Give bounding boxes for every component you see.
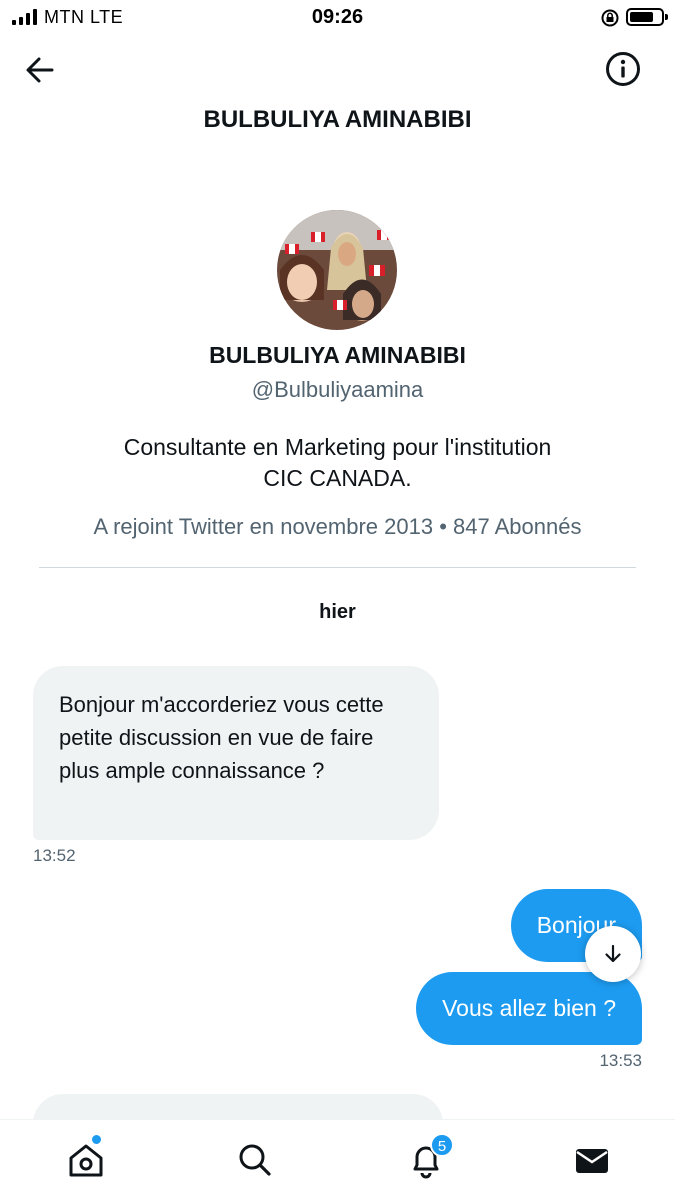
scroll-to-bottom-button[interactable]: [585, 926, 641, 982]
profile-handle[interactable]: @Bulbuliyaamina: [0, 377, 675, 403]
conversation-title: BULBULIYA AMINABIBI: [203, 106, 472, 133]
unread-dot: [92, 1135, 101, 1144]
message-timestamp: 13:53: [599, 1051, 642, 1070]
bottom-nav: 5: [0, 1119, 675, 1200]
profile-bio-line: Consultante en Marketing pour l'institut…: [123, 434, 552, 460]
day-separator: hier: [319, 601, 356, 623]
nav-search[interactable]: [235, 1140, 275, 1180]
back-arrow-icon[interactable]: [22, 52, 58, 88]
message-timestamp: 13:52: [33, 846, 76, 865]
profile-name: BULBULIYA AMINABIBI: [209, 342, 466, 368]
avatar[interactable]: [277, 210, 397, 330]
status-bar: MTN LTE 09:26: [0, 0, 675, 36]
nav-messages[interactable]: [572, 1140, 612, 1180]
mail-icon: [576, 1149, 608, 1173]
battery-icon: [626, 8, 668, 26]
profile-bio: Consultante en Marketing pour l'institut…: [0, 432, 675, 494]
profile-meta: A rejoint Twitter en novembre 2013 • 847…: [93, 514, 582, 539]
rotation-lock-icon: [601, 9, 619, 27]
notification-badge: 5: [430, 1133, 454, 1157]
arrow-down-icon: [605, 944, 621, 963]
incoming-message-bubble[interactable]: Bonjour m'accorderiez vous cette petite …: [33, 666, 439, 840]
nav-home[interactable]: [66, 1135, 106, 1180]
nav-notifications[interactable]: 5: [406, 1133, 454, 1180]
info-icon[interactable]: [604, 50, 642, 88]
profile-bio-line: CIC CANADA.: [263, 465, 412, 491]
status-time: 09:26: [311, 6, 364, 28]
divider: [39, 567, 636, 568]
home-icon: [69, 1144, 103, 1177]
outgoing-message-bubble[interactable]: Vous allez bien ?: [416, 972, 642, 1045]
search-icon: [239, 1144, 271, 1176]
